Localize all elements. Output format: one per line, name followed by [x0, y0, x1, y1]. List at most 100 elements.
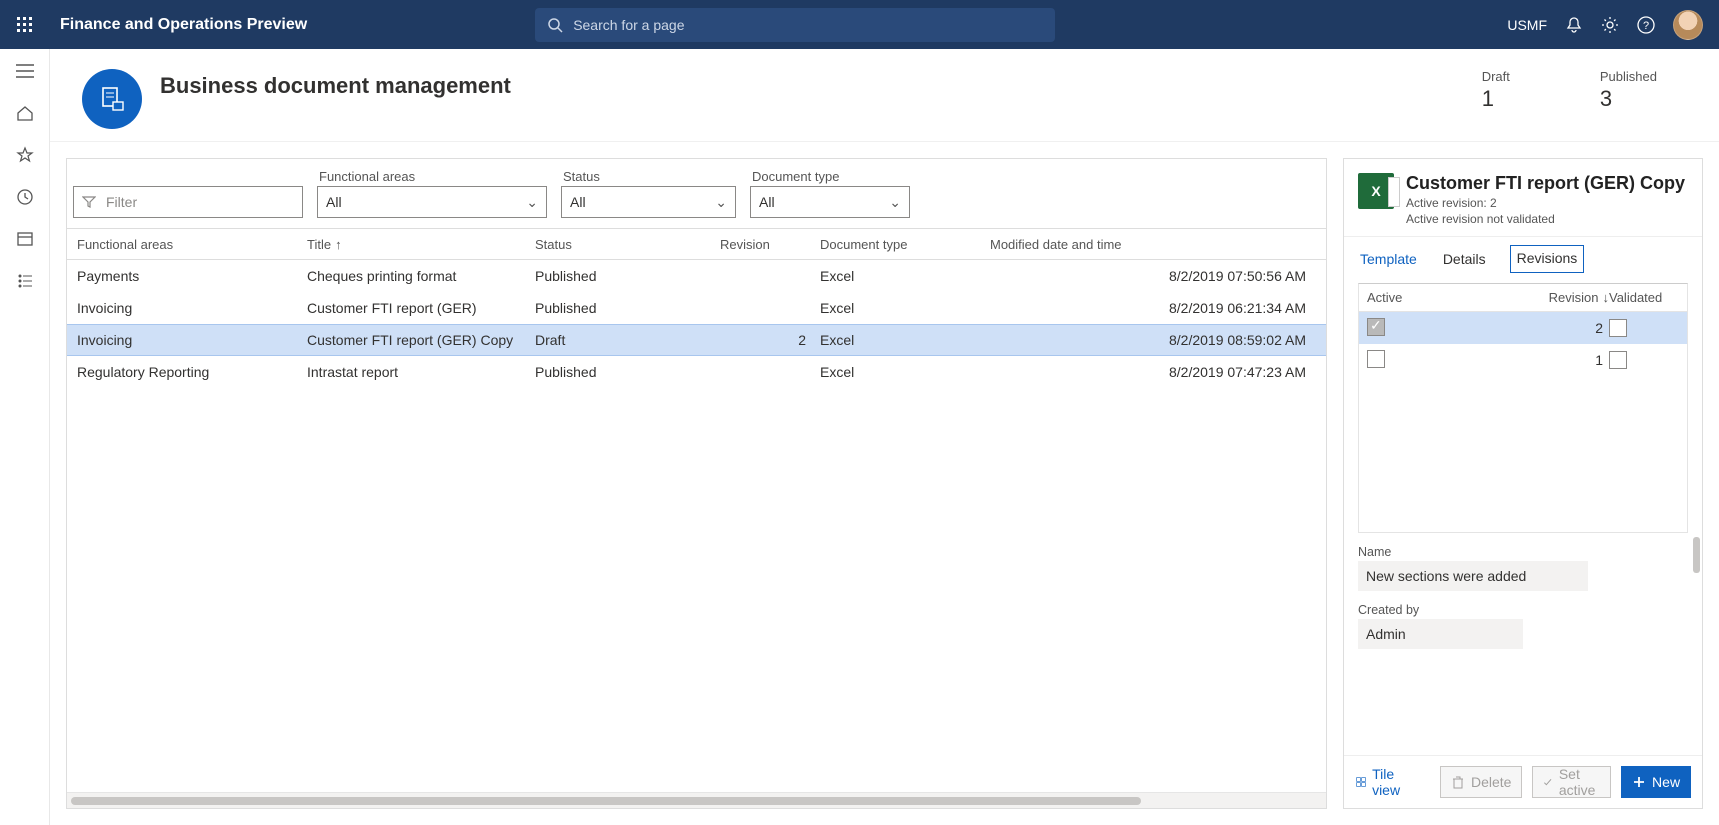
revisions-table: Active Revision↓ Validated 2 1 [1358, 283, 1688, 533]
name-field[interactable]: New sections were added [1358, 561, 1588, 591]
status-select[interactable]: All ⌄ [561, 186, 736, 218]
cell-modified: 8/2/2019 07:47:23 AM [986, 364, 1320, 380]
app-title: Finance and Operations Preview [50, 16, 307, 34]
company-picker[interactable]: USMF [1507, 17, 1547, 33]
recent-icon[interactable] [13, 185, 37, 209]
functional-areas-label: Functional areas [317, 169, 547, 184]
topbar: Finance and Operations Preview USMF ? [0, 0, 1719, 49]
col-functional-areas[interactable]: Functional areas [73, 237, 303, 252]
settings-icon[interactable] [1601, 16, 1619, 34]
user-avatar[interactable] [1673, 10, 1703, 40]
modules-icon[interactable] [13, 269, 37, 293]
created-by-field[interactable]: Admin [1358, 619, 1523, 649]
cell-functional-area: Payments [73, 268, 303, 284]
status-value: All [570, 194, 586, 210]
rev-col-validated[interactable]: Validated [1609, 290, 1679, 305]
search-input[interactable] [573, 17, 1043, 33]
search-icon [547, 17, 563, 33]
stat-draft-value: 1 [1482, 86, 1510, 112]
cell-doc-type: Excel [816, 300, 986, 316]
stat-draft[interactable]: Draft 1 [1482, 69, 1510, 112]
cell-functional-area: Invoicing [73, 332, 303, 348]
revision-number: 1 [1519, 352, 1609, 368]
filter-input[interactable]: Filter [73, 186, 303, 218]
validation-line: Active revision not validated [1406, 212, 1685, 226]
cell-title: Cheques printing format [303, 268, 531, 284]
horizontal-scrollbar[interactable] [67, 792, 1326, 808]
col-status[interactable]: Status [531, 237, 716, 252]
delete-button[interactable]: Delete [1440, 766, 1522, 798]
filter-icon [82, 195, 96, 209]
created-by-label: Created by [1358, 603, 1688, 617]
chevron-down-icon: ⌄ [889, 194, 901, 211]
cell-functional-area: Regulatory Reporting [73, 364, 303, 380]
favorites-icon[interactable] [13, 143, 37, 167]
vertical-scrollbar[interactable] [1693, 537, 1700, 573]
cell-modified: 8/2/2019 08:59:02 AM [986, 332, 1320, 348]
stat-published[interactable]: Published 3 [1600, 69, 1657, 112]
new-button[interactable]: New [1621, 766, 1691, 798]
plus-icon [1632, 775, 1646, 789]
doc-type-value: All [759, 194, 775, 210]
filter-placeholder: Filter [106, 194, 294, 210]
chevron-down-icon: ⌄ [526, 194, 538, 211]
active-revision-line: Active revision: 2 [1406, 196, 1685, 210]
table-row[interactable]: InvoicingCustomer FTI report (GER)Publis… [67, 292, 1326, 324]
set-active-button[interactable]: Set active [1532, 766, 1611, 798]
cell-status: Draft [531, 332, 716, 348]
workspaces-icon[interactable] [13, 227, 37, 251]
home-icon[interactable] [13, 101, 37, 125]
cell-doc-type: Excel [816, 268, 986, 284]
nav-rail [0, 49, 50, 825]
table-row[interactable]: PaymentsCheques printing formatPublished… [67, 260, 1326, 292]
validated-checkbox[interactable] [1609, 319, 1627, 337]
tab-revisions[interactable]: Revisions [1510, 245, 1585, 273]
functional-areas-select[interactable]: All ⌄ [317, 186, 547, 218]
sort-asc-icon: ↑ [335, 237, 342, 252]
details-tabs: Template Details Revisions [1344, 237, 1702, 273]
col-doc-type[interactable]: Document type [816, 237, 986, 252]
table-row[interactable]: Regulatory ReportingIntrastat reportPubl… [67, 356, 1326, 388]
status-label: Status [561, 169, 736, 184]
cell-modified: 8/2/2019 06:21:34 AM [986, 300, 1320, 316]
tab-details[interactable]: Details [1441, 245, 1488, 273]
panel-actions: Tile view Delete Set active New [1344, 755, 1702, 808]
excel-icon: X [1358, 173, 1394, 209]
svg-text:?: ? [1643, 20, 1649, 32]
revision-row[interactable]: 1 [1359, 344, 1687, 376]
col-revision[interactable]: Revision [716, 237, 816, 252]
stat-draft-label: Draft [1482, 69, 1510, 84]
active-checkbox[interactable] [1367, 350, 1385, 368]
tile-icon [1356, 774, 1366, 790]
tab-template[interactable]: Template [1358, 245, 1419, 273]
page-title: Business document management [160, 73, 511, 99]
active-checkbox[interactable] [1367, 318, 1385, 336]
validated-checkbox[interactable] [1609, 351, 1627, 369]
col-modified[interactable]: Modified date and time [986, 237, 1320, 252]
rev-col-revision[interactable]: Revision↓ [1519, 290, 1609, 305]
stat-published-label: Published [1600, 69, 1657, 84]
functional-areas-value: All [326, 194, 342, 210]
cell-doc-type: Excel [816, 364, 986, 380]
details-title: Customer FTI report (GER) Copy [1406, 173, 1685, 194]
col-title[interactable]: Title↑ [303, 237, 531, 252]
stat-published-value: 3 [1600, 86, 1657, 112]
revision-number: 2 [1519, 320, 1609, 336]
revision-row[interactable]: 2 [1359, 312, 1687, 344]
notifications-icon[interactable] [1565, 16, 1583, 34]
cell-functional-area: Invoicing [73, 300, 303, 316]
app-launcher-icon[interactable] [0, 17, 50, 33]
global-search[interactable] [535, 8, 1055, 42]
details-panel: X Customer FTI report (GER) Copy Active … [1343, 158, 1703, 809]
help-icon[interactable]: ? [1637, 16, 1655, 34]
rev-col-active[interactable]: Active [1367, 290, 1519, 305]
trash-icon [1451, 775, 1465, 789]
doc-type-select[interactable]: All ⌄ [750, 186, 910, 218]
tile-view-button[interactable]: Tile view [1356, 766, 1416, 798]
table-row[interactable]: InvoicingCustomer FTI report (GER) CopyD… [67, 324, 1326, 356]
hamburger-icon[interactable] [13, 59, 37, 83]
name-label: Name [1358, 545, 1688, 559]
chevron-down-icon: ⌄ [715, 194, 727, 211]
workspace-icon [82, 69, 142, 129]
grid-header: Functional areas Title↑ Status Revision … [67, 228, 1326, 260]
